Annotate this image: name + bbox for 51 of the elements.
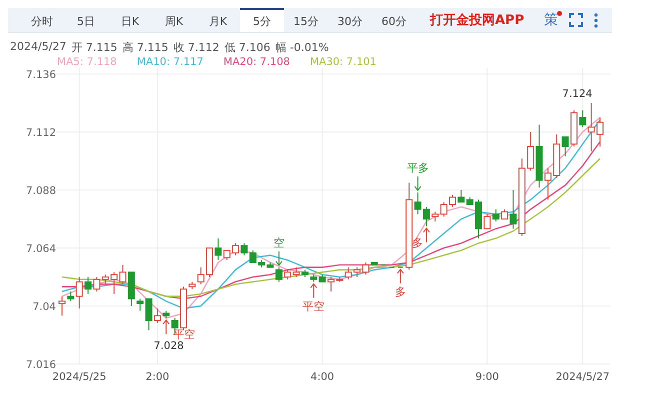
candlestick	[58, 296, 66, 316]
legend-item: MA30: 7.101	[310, 56, 376, 68]
axis-label: 4:00	[310, 371, 334, 383]
strategy-button[interactable]: 策	[544, 8, 558, 32]
tab[interactable]: 5日	[64, 8, 108, 32]
tab[interactable]: 日K	[108, 8, 152, 32]
quote-field: 收 7.112	[173, 40, 220, 55]
tab[interactable]: 60分	[372, 8, 416, 32]
quote-field: 开 7.115	[71, 40, 118, 55]
axis-label: 7.016	[26, 359, 56, 371]
legend-item: MA10: 7.117	[136, 56, 204, 68]
quote-field: 幅 -0.01%	[275, 40, 329, 55]
legend-item: MA20: 7.108	[223, 56, 290, 68]
more-icon[interactable]	[594, 12, 598, 28]
arrow-icon	[162, 319, 170, 335]
arrow-icon	[422, 227, 430, 243]
signal-label: 平多	[406, 161, 429, 174]
signal-label: 平空	[173, 328, 196, 342]
candlestick	[328, 276, 334, 292]
price-label: 7.124	[562, 88, 592, 100]
signal-label: 平空	[302, 300, 325, 313]
axis-label: 2:00	[146, 371, 170, 383]
tab[interactable]: 分时	[20, 8, 64, 32]
tab[interactable]: 5分	[240, 8, 284, 32]
tab[interactable]: 15分	[284, 8, 328, 32]
arrow-icon	[275, 250, 282, 266]
quote-field: 高 7.115	[122, 40, 168, 55]
price-label: 7.028	[154, 340, 184, 352]
tab[interactable]: 30分	[328, 8, 372, 32]
axis-label: 2024/5/25	[52, 371, 106, 383]
arrow-icon	[310, 283, 318, 298]
arrow-icon	[396, 268, 404, 284]
axis-label: 7.04	[32, 301, 56, 313]
axis-label: 7.064	[26, 243, 56, 255]
signal-label: 多	[394, 285, 406, 298]
axis-label: 2024/5/27	[556, 371, 610, 383]
axis-label: 7.112	[26, 127, 56, 139]
tab[interactable]: 月K	[196, 8, 240, 32]
tab[interactable]: 周K	[152, 8, 196, 32]
signal-label: 多	[412, 236, 423, 250]
axis-label: 7.136	[26, 69, 56, 81]
app-link[interactable]: 打开金投网APP	[430, 8, 524, 32]
axis-label: 9:00	[475, 371, 499, 383]
quote-field: 低 7.106	[224, 40, 270, 55]
candlestick	[596, 117, 604, 147]
legend-item: MA5: 7.118	[57, 56, 117, 68]
axis-label: 7.088	[26, 185, 56, 197]
signal-label: 空	[273, 236, 284, 250]
arrow-icon	[414, 176, 422, 192]
fullscreen-icon[interactable]	[569, 13, 584, 27]
quote-date: 2024/5/27	[10, 40, 66, 55]
